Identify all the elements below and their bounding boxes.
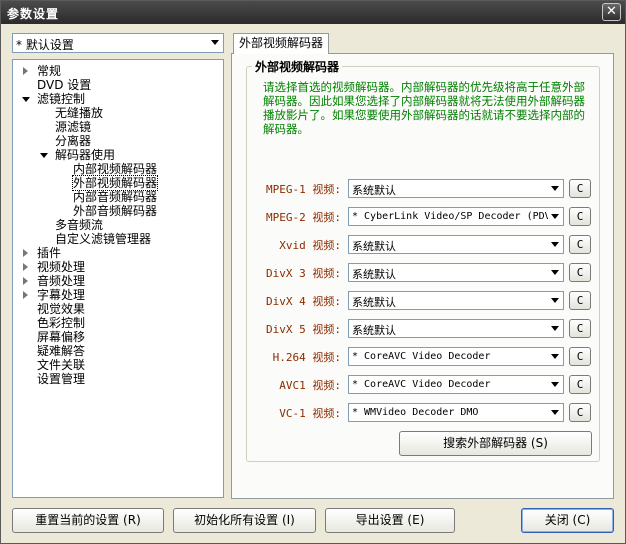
decoder-label: DivX 4 视频: [266,295,341,308]
chevron-down-icon [551,270,559,275]
tree-item-label: 设置管理 [37,372,86,386]
settings-window: 参数设置 ✕ * 默认设置 常规 DVD 设置 滤镜控制 无缝播放 源滤镜 分离器 解码器使… [0,0,626,544]
decoder-select[interactable]: * WMVideo Decoder DMO [348,403,564,422]
decoder-select-value: 系统默认 [352,324,396,337]
tree-item-label: DVD 设置 [37,78,92,92]
collapsed-arrow-icon[interactable] [21,249,29,257]
chevron-down-icon [551,326,559,331]
chevron-down-icon [551,354,559,359]
group-description: 请选择首选的视频解码器。内部解码器的优先级将高于任意外部解码器。因此如果您选择了… [263,80,585,136]
collapsed-arrow-icon[interactable] [21,277,29,285]
decoder-config-button[interactable]: C [569,207,591,226]
decoder-select[interactable]: 系统默认 [348,179,564,198]
decoder-label: H.264 视频: [272,351,341,364]
settings-tree[interactable]: 常规 DVD 设置 滤镜控制 无缝播放 源滤镜 分离器 解码器使用 内部视频解码器 外部视频解码… [12,59,224,498]
decoder-config-button[interactable]: C [569,347,591,366]
tree-item-label: 疑难解答 [37,344,86,358]
tree-item-label: 解码器使用 [55,148,116,162]
tree-item-label: 字幕处理 [37,288,86,302]
tree-item-label: 滤镜控制 [37,92,86,106]
tree-item-label: 分离器 [55,134,92,148]
decoder-label: AVC1 视频: [279,379,341,392]
decoder-select-value: 系统默认 [352,268,396,281]
chevron-down-icon [551,410,559,415]
tree-item-label: 视频处理 [37,260,86,274]
decoder-select-value: * WMVideo Decoder DMO [352,407,479,418]
chevron-down-icon [211,40,219,45]
chevron-down-icon [551,242,559,247]
decoder-label: DivX 5 视频: [266,323,341,336]
decoder-select-value: 系统默认 [352,184,396,197]
window-title: 参数设置 [7,7,60,21]
decoder-select[interactable]: 系统默认 [348,291,564,310]
collapsed-arrow-icon[interactable] [21,67,29,75]
close-button[interactable]: 关闭 (C) [521,508,614,533]
tree-item-label: 视觉效果 [37,302,86,316]
decoder-label: DivX 3 视频: [266,267,341,280]
decoder-label: MPEG-1 视频: [266,183,341,196]
decoder-config-button[interactable]: C [569,179,591,198]
title-bar[interactable]: 参数设置 ✕ [1,1,625,24]
decoder-config-button[interactable]: C [569,291,591,310]
expanded-arrow-icon[interactable] [21,95,30,103]
decoder-label: MPEG-2 视频: [266,211,341,224]
chevron-down-icon [551,186,559,191]
decoder-select-value: 系统默认 [352,240,396,253]
tree-item-label: 内部视频解码器 [73,162,158,176]
tree-item-label: 外部音频解码器 [73,204,158,218]
decoder-select[interactable]: * CyberLink Video/SP Decoder (PDV [348,207,564,226]
tree-item-label: 音频处理 [37,274,86,288]
decoder-config-button[interactable]: C [569,263,591,282]
export-button[interactable]: 导出设置 (E) [325,508,455,533]
reset-current-button[interactable]: 重置当前的设置 (R) [12,508,164,533]
decoder-label: VC-1 视频: [279,407,341,420]
preset-dropdown[interactable]: * 默认设置 [12,33,224,53]
tree-item-label: 色彩控制 [37,316,86,330]
tree-item-label: 常规 [37,64,62,78]
tree-item-label: 源滤镜 [55,120,92,134]
search-decoders-button[interactable]: 搜索外部解码器 (S) [399,431,592,456]
init-all-button[interactable]: 初始化所有设置 (I) [173,508,316,533]
decoder-config-button[interactable]: C [569,375,591,394]
decoder-select[interactable]: * CoreAVC Video Decoder [348,375,564,394]
decoder-label: Xvid 视频: [279,239,341,252]
decoder-config-button[interactable]: C [569,319,591,338]
decoder-select[interactable]: * CoreAVC Video Decoder [348,347,564,366]
decoder-config-button[interactable]: C [569,235,591,254]
tree-item-label: 插件 [37,246,62,260]
collapsed-arrow-icon[interactable] [21,291,29,299]
chevron-down-icon [551,382,559,387]
decoder-select[interactable]: 系统默认 [348,235,564,254]
tree-item-label: 内部音频解码器 [73,190,158,204]
tree-item-label: 文件关联 [37,358,86,372]
decoder-select-value: * CoreAVC Video Decoder [352,379,491,390]
tab-external-video-decoder[interactable]: 外部视频解码器 [233,33,329,54]
tree-item-label: 外部视频解码器 [71,175,159,191]
chevron-down-icon [551,298,559,303]
decoder-select[interactable]: 系统默认 [348,263,564,282]
expanded-arrow-icon[interactable] [39,151,48,159]
tree-item-label: 多音频流 [55,218,104,232]
close-icon[interactable]: ✕ [602,3,621,21]
decoder-select-value: 系统默认 [352,296,396,309]
decoder-select-value: * CoreAVC Video Decoder [352,351,491,362]
group-title: 外部视频解码器 [252,58,343,75]
decoder-select[interactable]: 系统默认 [348,319,564,338]
collapsed-arrow-icon[interactable] [21,263,29,271]
decoder-select-value: * CyberLink Video/SP Decoder (PDV [352,211,548,222]
chevron-down-icon [551,214,559,219]
decoder-config-button[interactable]: C [569,403,591,422]
tree-item-label: 无缝播放 [55,106,104,120]
tree-item-label: 自定义滤镜管理器 [55,232,152,246]
tree-item-label: 屏幕偏移 [37,330,86,344]
preset-value: * 默认设置 [16,38,74,52]
